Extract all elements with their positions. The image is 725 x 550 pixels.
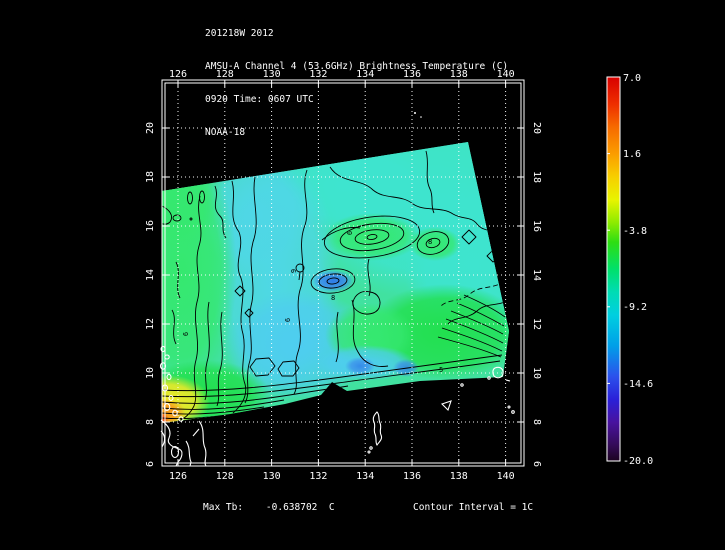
lat-tick-label: 12 <box>531 318 542 330</box>
satellite-swath: 6 8 9 8 6 5 6 <box>162 142 509 423</box>
lat-axis-left: 20 18 16 14 12 10 8 6 <box>145 122 156 467</box>
lat-tick-label: 20 <box>531 122 542 134</box>
map-plot: 6 8 9 8 6 5 6 126 128 130 132 134 136 13… <box>145 69 653 482</box>
screenshot-root: 201218W 2012 AMSU-A Channel 4 (53.6GHz) … <box>0 0 725 550</box>
lon-tick-label: 134 <box>356 69 374 80</box>
lat-tick-label: 16 <box>145 220 156 232</box>
lat-tick-label: 8 <box>531 419 542 425</box>
lat-tick-label: 10 <box>531 367 542 379</box>
lat-tick-label: 14 <box>531 269 542 281</box>
lat-tick-label: 6 <box>531 461 542 467</box>
lon-tick-label: 134 <box>356 471 374 482</box>
lat-tick-label: 18 <box>531 171 542 183</box>
lon-tick-label: 132 <box>309 471 327 482</box>
colorbar-tick-label: 1.6 <box>623 149 641 160</box>
lat-tick-label: 20 <box>145 122 156 134</box>
colorbar-tick-label: -3.8 <box>623 226 647 237</box>
lat-tick-label: 10 <box>145 367 156 379</box>
lon-tick-label: 140 <box>497 471 515 482</box>
colorbar: 7.0 1.6 -3.8 -9.2 -14.6 -20.0 <box>606 73 653 467</box>
colorbar-tick-label: -9.2 <box>623 302 647 313</box>
max-tb-annotation: Max Tb: -0.638702 C <box>203 502 335 513</box>
lon-tick-label: 128 <box>216 69 234 80</box>
lon-tick-label: 136 <box>403 471 421 482</box>
lon-axis-bottom: 126 128 130 132 134 136 138 140 <box>169 471 515 482</box>
lon-tick-label: 138 <box>450 471 468 482</box>
colorbar-tick-label: -20.0 <box>623 456 653 467</box>
lon-tick-label: 130 <box>263 471 281 482</box>
lon-tick-label: 126 <box>169 471 187 482</box>
colorbar-tick-label: -14.6 <box>623 379 653 390</box>
noise-specks <box>414 112 422 118</box>
lon-tick-label: 126 <box>169 69 187 80</box>
lat-axis-right: 20 18 16 14 12 10 8 6 <box>531 122 542 467</box>
colorbar-gradient <box>606 76 621 462</box>
lat-tick-label: 12 <box>145 318 156 330</box>
contour-label: 8 <box>331 294 335 302</box>
lat-tick-label: 8 <box>145 419 156 425</box>
colorbar-tick-label: 7.0 <box>623 73 641 84</box>
lon-tick-label: 136 <box>403 69 421 80</box>
contour-label: 6 <box>346 231 354 235</box>
contour-label: 8 <box>428 238 432 246</box>
lon-tick-label: 140 <box>497 69 515 80</box>
lon-tick-label: 132 <box>309 69 327 80</box>
contour-label: 6 <box>182 332 190 336</box>
contour-interval-annotation: Contour Interval = 1C <box>413 502 534 513</box>
lon-tick-label: 130 <box>263 69 281 80</box>
contour-label: 6 <box>284 318 292 322</box>
lat-tick-label: 16 <box>531 220 542 232</box>
contour-label: 9 <box>290 269 298 273</box>
lon-tick-label: 128 <box>216 471 234 482</box>
lon-tick-label: 138 <box>450 69 468 80</box>
lat-tick-label: 14 <box>145 269 156 281</box>
lat-tick-label: 18 <box>145 171 156 183</box>
lat-tick-label: 6 <box>145 461 156 467</box>
lon-axis-top: 126 128 130 132 134 136 138 140 <box>169 69 515 80</box>
